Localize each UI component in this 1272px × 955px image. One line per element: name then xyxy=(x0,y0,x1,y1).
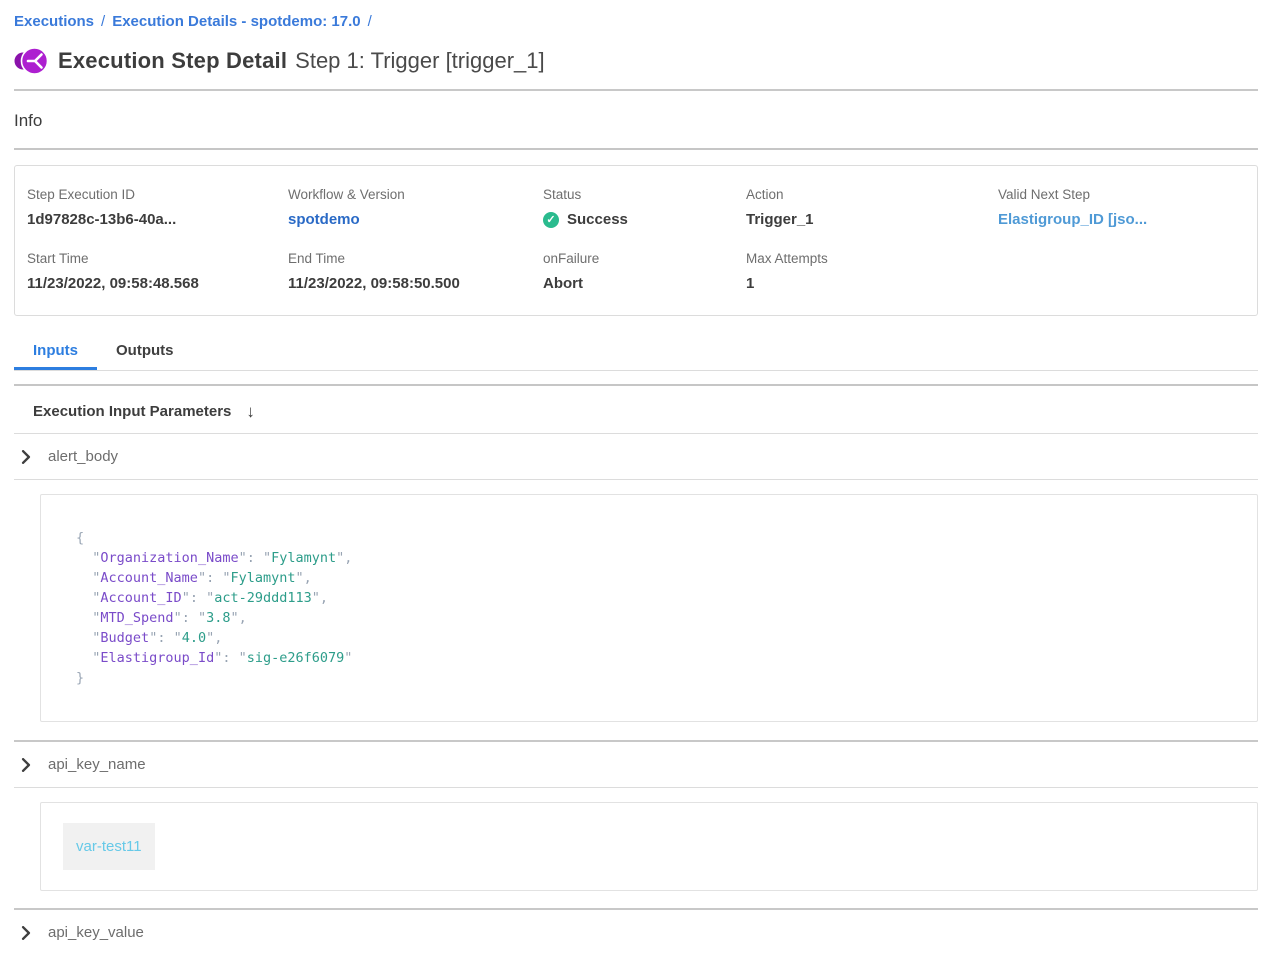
alert-body-json-box: { "Organization_Name": "Fylamynt", "Acco… xyxy=(40,494,1258,722)
breadcrumb-link-executions[interactable]: Executions xyxy=(14,13,94,30)
chevron-right-icon xyxy=(21,758,31,772)
field-label: Workflow & Version xyxy=(288,187,543,202)
field-action: Action Trigger_1 xyxy=(746,187,998,228)
field-label: Max Attempts xyxy=(746,251,998,266)
info-heading: Info xyxy=(14,91,1258,131)
param-name: api_key_name xyxy=(48,756,146,773)
breadcrumb-separator: / xyxy=(101,13,105,30)
param-name: api_key_value xyxy=(48,924,144,941)
field-label: End Time xyxy=(288,251,543,266)
info-card: Step Execution ID 1d97828c-13b6-40a... W… xyxy=(14,165,1258,316)
field-label: Start Time xyxy=(27,251,288,266)
page-subtitle: Step 1: Trigger [trigger_1] xyxy=(295,48,544,74)
on-failure-value: Abort xyxy=(543,275,746,292)
breadcrumb: Executions / Execution Details - spotdemo:… xyxy=(14,0,1258,30)
fylamynt-logo-icon xyxy=(14,46,48,76)
param-divider xyxy=(14,787,1258,788)
param-row-api-key-name[interactable]: api_key_name xyxy=(14,742,1258,787)
breadcrumb-separator: / xyxy=(368,13,372,30)
field-valid-next-step: Valid Next Step Elastigroup_ID [jso... xyxy=(998,187,1245,228)
field-label: Status xyxy=(543,187,746,202)
field-label: onFailure xyxy=(543,251,746,266)
field-on-failure: onFailure Abort xyxy=(543,251,746,292)
end-time-value: 11/23/2022, 09:58:50.500 xyxy=(288,275,543,292)
chevron-right-icon xyxy=(21,926,31,940)
json-code: { "Organization_Name": "Fylamynt", "Acco… xyxy=(76,528,1237,688)
field-max-attempts: Max Attempts 1 xyxy=(746,251,998,292)
page-header: Execution Step Detail Step 1: Trigger [t… xyxy=(14,46,1258,76)
field-step-execution-id: Step Execution ID 1d97828c-13b6-40a... xyxy=(27,187,288,228)
info-divider xyxy=(14,148,1258,150)
param-row-api-key-value[interactable]: api_key_value xyxy=(14,910,1258,955)
section-title: Execution Input Parameters xyxy=(33,403,231,420)
start-time-value: 11/23/2022, 09:58:48.568 xyxy=(27,275,288,292)
status-text: Success xyxy=(567,211,628,228)
api-key-name-chip: var-test11 xyxy=(63,823,155,870)
field-start-time: Start Time 11/23/2022, 09:58:48.568 xyxy=(27,251,288,292)
status-badge: ✓ Success xyxy=(543,211,746,228)
page-title: Execution Step Detail xyxy=(58,48,287,74)
tab-inputs[interactable]: Inputs xyxy=(14,340,97,370)
valid-next-step-link[interactable]: Elastigroup_ID [jso... xyxy=(998,211,1245,228)
collapse-all-arrow-icon[interactable]: ↓ xyxy=(246,403,255,420)
execution-input-parameters-header: Execution Input Parameters ↓ xyxy=(14,386,1258,433)
api-key-name-value-box: var-test11 xyxy=(40,802,1258,891)
action-value: Trigger_1 xyxy=(746,211,998,228)
breadcrumb-link-execution-details[interactable]: Execution Details - spotdemo: 17.0 xyxy=(112,13,360,30)
field-label: Valid Next Step xyxy=(998,187,1245,202)
field-label: Action xyxy=(746,187,998,202)
execution-step-detail-page: Executions / Execution Details - spotdemo:… xyxy=(0,0,1272,955)
param-divider xyxy=(14,479,1258,480)
max-attempts-value: 1 xyxy=(746,275,998,292)
chevron-right-icon xyxy=(21,450,31,464)
field-status: Status ✓ Success xyxy=(543,187,746,228)
workflow-link[interactable]: spotdemo xyxy=(288,211,543,228)
success-check-icon: ✓ xyxy=(543,212,559,228)
tab-bar: Inputs Outputs xyxy=(14,340,1258,371)
empty-cell xyxy=(998,251,1245,292)
param-name: alert_body xyxy=(48,448,118,465)
field-workflow-version: Workflow & Version spotdemo xyxy=(288,187,543,228)
tab-outputs[interactable]: Outputs xyxy=(97,340,193,370)
field-end-time: End Time 11/23/2022, 09:58:50.500 xyxy=(288,251,543,292)
param-row-alert-body[interactable]: alert_body xyxy=(14,434,1258,479)
field-label: Step Execution ID xyxy=(27,187,288,202)
step-execution-id-value: 1d97828c-13b6-40a... xyxy=(27,211,288,228)
